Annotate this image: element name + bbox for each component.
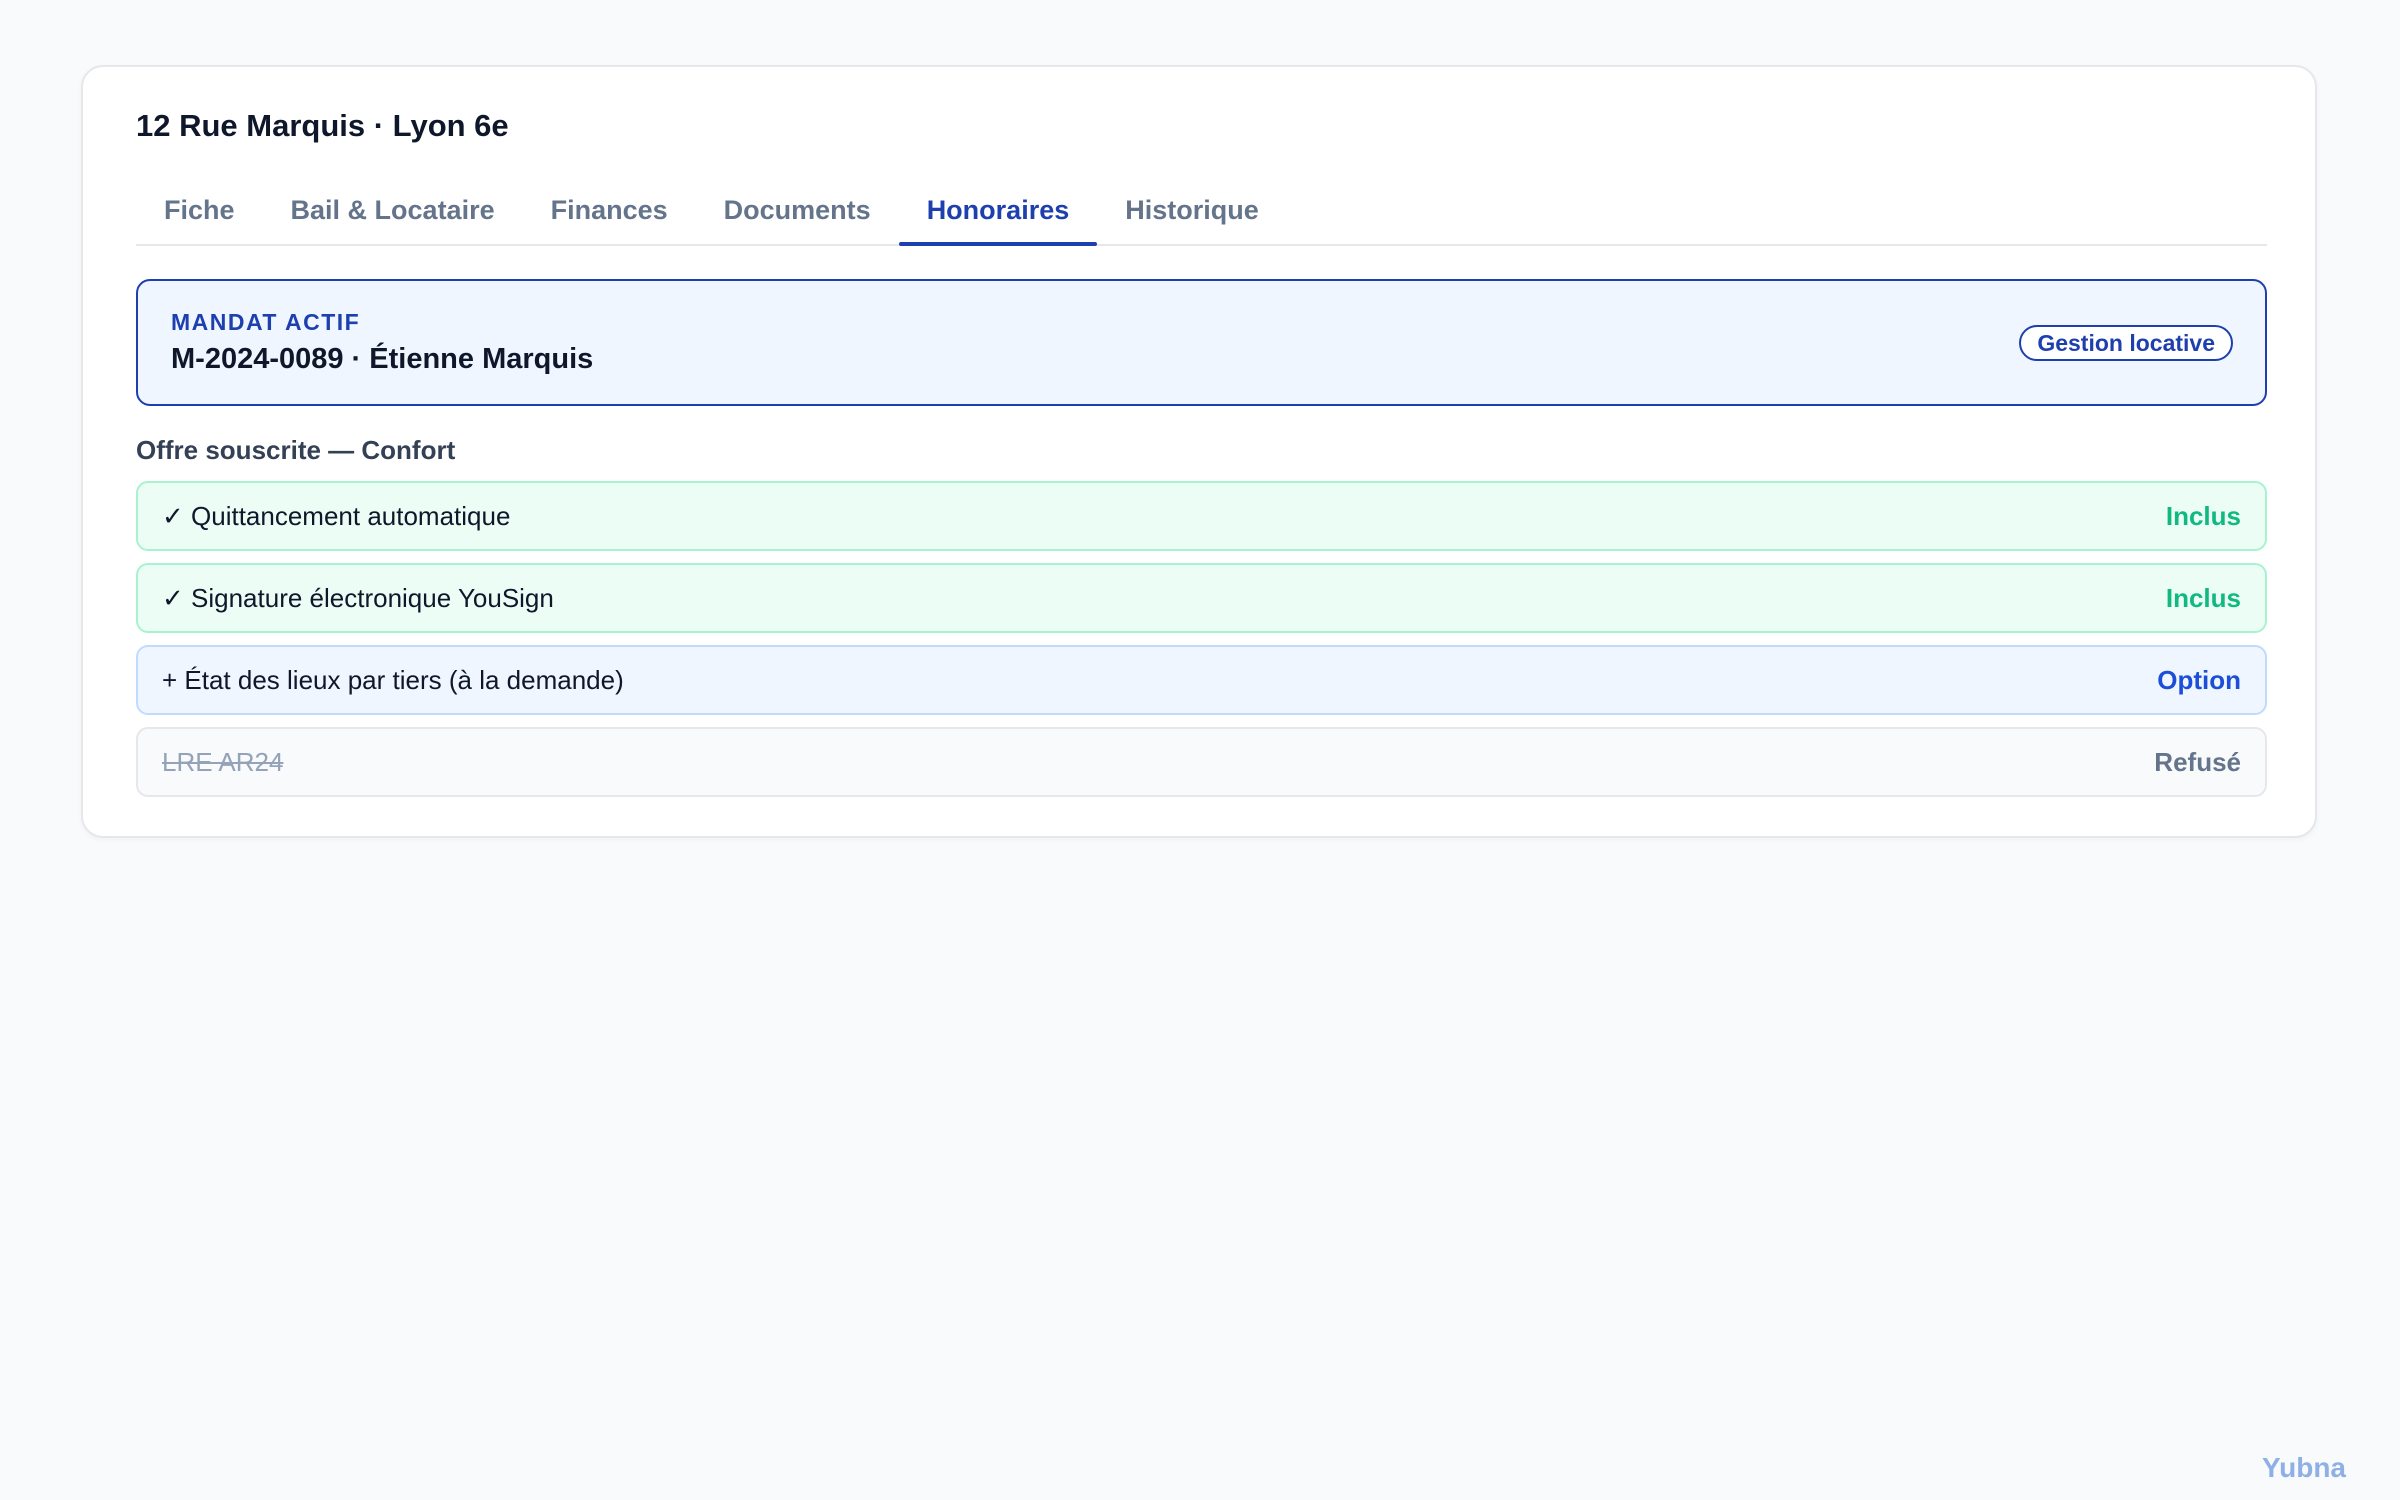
offer-item-lre-ar24: LRE AR24 Refusé: [136, 727, 2267, 797]
offer-item-quittancement: ✓ Quittancement automatique Inclus: [136, 481, 2267, 551]
page-title: 12 Rue Marquis · Lyon 6e: [136, 108, 509, 143]
brand-logo: Yubna: [2261, 1452, 2346, 1483]
property-card: 12 Rue Marquis · Lyon 6e Fiche Bail & Lo…: [81, 65, 2317, 838]
offer-item-label: LRE AR24: [162, 746, 284, 777]
offer-item-status: Inclus: [2165, 582, 2241, 613]
tab-documents[interactable]: Documents: [696, 180, 899, 244]
offer-item-status: Refusé: [2154, 746, 2241, 777]
offer-item-signature: ✓ Signature électronique YouSign Inclus: [136, 563, 2267, 633]
tab-bail-locataire[interactable]: Bail & Locataire: [263, 180, 523, 244]
tab-finances[interactable]: Finances: [523, 180, 696, 244]
offer-title: Offre souscrite — Confort: [136, 435, 456, 465]
offer-item-etat-des-lieux[interactable]: + État des lieux par tiers (à la demande…: [136, 645, 2267, 715]
offer-item-label: ✓ Signature électronique YouSign: [162, 582, 554, 613]
tab-bar: Fiche Bail & Locataire Finances Document…: [136, 180, 2267, 246]
offer-item-label: ✓ Quittancement automatique: [162, 500, 511, 531]
mandate-status-label: MANDAT ACTIF: [171, 309, 361, 335]
tab-fiche[interactable]: Fiche: [136, 180, 263, 244]
offer-item-label: + État des lieux par tiers (à la demande…: [162, 664, 624, 695]
offer-item-status: Option: [2157, 664, 2241, 695]
offer-item-status: Inclus: [2165, 500, 2241, 531]
mandate-type-badge: Gestion locative: [2019, 325, 2233, 361]
tab-historique[interactable]: Historique: [1097, 180, 1287, 244]
mandate-reference: M-2024-0089 · Étienne Marquis: [171, 343, 594, 375]
tab-honoraires[interactable]: Honoraires: [898, 180, 1098, 246]
active-mandate-panel: MANDAT ACTIF M-2024-0089 · Étienne Marqu…: [136, 279, 2267, 406]
